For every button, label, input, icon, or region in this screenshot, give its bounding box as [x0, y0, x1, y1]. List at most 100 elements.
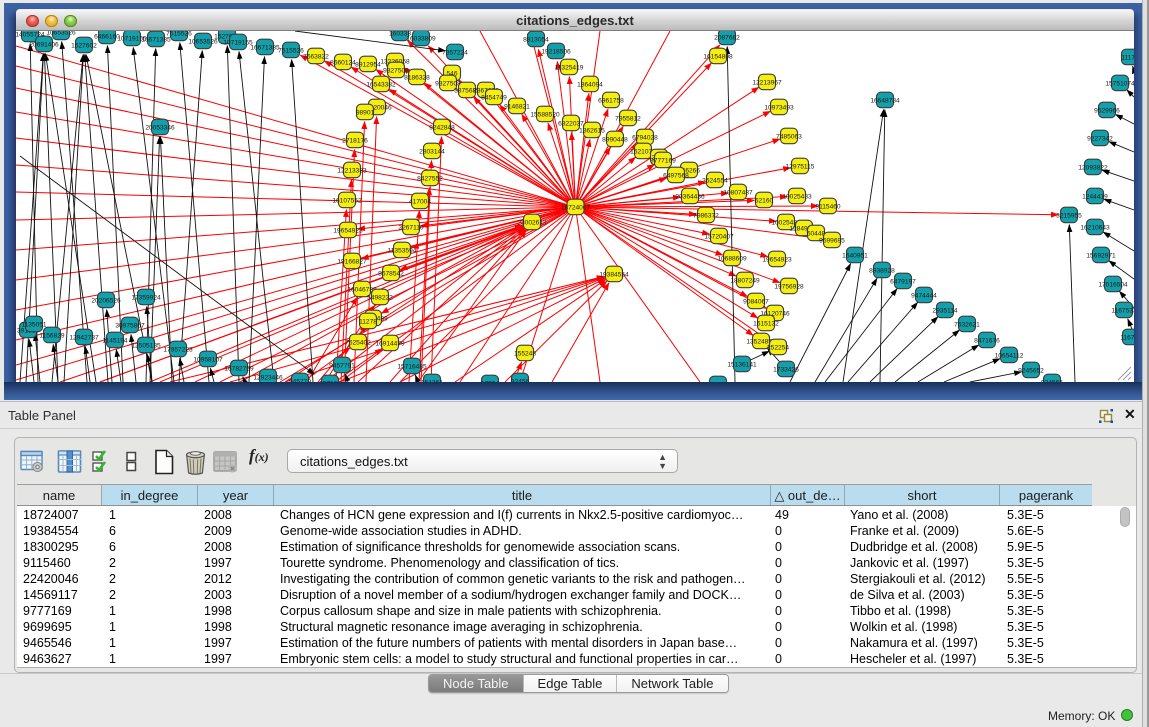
svg-text:7515526: 7515526 — [278, 47, 304, 54]
svg-text:9474444: 9474444 — [911, 292, 937, 299]
svg-text:8186328: 8186328 — [404, 74, 430, 81]
svg-text:62160: 62160 — [755, 197, 774, 204]
svg-text:16543382: 16543382 — [366, 81, 396, 88]
svg-text:6479197: 6479197 — [890, 278, 916, 285]
svg-text:7986372: 7986372 — [693, 212, 719, 219]
svg-text:9327506: 9327506 — [383, 67, 409, 74]
svg-text:1527602: 1527602 — [71, 42, 97, 49]
svg-text:30975867: 30975867 — [115, 322, 145, 329]
svg-text:7955812: 7955812 — [615, 115, 641, 122]
svg-text:15720407: 15720407 — [704, 233, 734, 240]
svg-text:12213967: 12213967 — [752, 79, 782, 86]
svg-text:10973493: 10973493 — [764, 104, 794, 111]
svg-text:7632621: 7632621 — [954, 321, 980, 328]
svg-text:17957223: 17957223 — [163, 346, 193, 353]
svg-text:2718176: 2718176 — [342, 137, 368, 144]
svg-text:116753: 116753 — [1120, 334, 1134, 341]
svg-text:9699695: 9699695 — [819, 237, 845, 244]
svg-text:10025433: 10025433 — [782, 193, 812, 200]
svg-text:8990448: 8990448 — [602, 136, 628, 143]
svg-text:8427552: 8427552 — [417, 175, 443, 182]
svg-text:17359924: 17359924 — [131, 294, 161, 301]
svg-text:7625402: 7625402 — [345, 339, 371, 346]
svg-text:12923446: 12923446 — [253, 374, 283, 381]
svg-text:16671385: 16671385 — [141, 36, 171, 43]
svg-text:9777169: 9777169 — [650, 157, 676, 164]
svg-text:12213383: 12213383 — [337, 167, 367, 174]
svg-text:155248: 155248 — [514, 350, 536, 357]
svg-text:5498222: 5498222 — [367, 294, 393, 301]
svg-text:1135051: 1135051 — [21, 321, 47, 328]
svg-text:19654923: 19654923 — [762, 256, 792, 263]
svg-text:2803144: 2803144 — [419, 148, 445, 155]
svg-text:16648784: 16648784 — [870, 97, 900, 104]
svg-text:1156829: 1156829 — [39, 332, 65, 339]
svg-text:10688609: 10688609 — [717, 255, 747, 262]
svg-text:60448: 60448 — [807, 230, 826, 237]
svg-text:7663822: 7663822 — [303, 53, 329, 60]
svg-text:6322037: 6322037 — [558, 120, 584, 127]
svg-text:11172: 11172 — [1121, 54, 1134, 61]
svg-text:11325419: 11325419 — [555, 64, 584, 71]
svg-text:8813054: 8813054 — [523, 36, 549, 43]
svg-text:9457791: 9457791 — [329, 362, 355, 369]
svg-text:8938928: 8938928 — [869, 267, 895, 274]
svg-text:2087682: 2087682 — [714, 34, 740, 41]
svg-text:7485063: 7485063 — [776, 133, 802, 140]
svg-text:1145194: 1145194 — [102, 337, 128, 344]
svg-text:15751074: 15751074 — [1105, 80, 1134, 87]
svg-text:19654923: 19654923 — [333, 227, 363, 234]
svg-text:10654112: 10654112 — [995, 352, 1024, 359]
svg-text:16782759: 16782759 — [224, 365, 254, 372]
svg-text:10807487: 10807487 — [723, 189, 753, 196]
svg-text:6794028: 6794028 — [632, 134, 658, 141]
svg-text:16671385: 16671385 — [250, 44, 280, 51]
svg-text:20364436: 20364436 — [675, 193, 705, 200]
svg-text:6466160: 6466160 — [94, 33, 120, 40]
svg-text:98901: 98901 — [356, 109, 375, 116]
svg-text:7357224: 7357224 — [442, 49, 468, 56]
svg-text:16210643: 16210643 — [1080, 224, 1110, 231]
svg-text:23002613: 23002613 — [517, 219, 547, 226]
svg-text:7515526: 7515526 — [166, 31, 192, 37]
svg-text:10719155: 10719155 — [223, 39, 253, 46]
svg-text:1640951: 1640951 — [842, 252, 868, 259]
svg-text:1244419: 1244419 — [1082, 193, 1108, 200]
svg-text:20691406: 20691406 — [29, 41, 59, 48]
svg-text:8678542: 8678542 — [378, 270, 404, 277]
svg-text:15716485: 15716485 — [397, 363, 427, 370]
svg-text:10653526: 10653526 — [46, 31, 76, 36]
svg-text:15692971: 15692971 — [1086, 252, 1116, 259]
svg-text:16033809: 16033809 — [406, 35, 436, 42]
svg-text:9242848: 9242848 — [429, 124, 455, 131]
svg-text:9084067: 9084067 — [743, 298, 769, 305]
svg-text:8454749: 8454749 — [481, 94, 507, 101]
svg-text:18724007: 18724007 — [561, 204, 591, 211]
svg-text:17016504: 17016504 — [1098, 281, 1128, 288]
svg-text:1615132: 1615132 — [753, 320, 779, 327]
svg-text:19218506: 19218506 — [541, 48, 571, 55]
svg-text:252254: 252254 — [767, 344, 789, 351]
svg-text:11278: 11278 — [359, 318, 377, 325]
svg-text:3267110: 3267110 — [398, 224, 424, 231]
svg-text:19166827: 19166827 — [337, 258, 367, 265]
svg-text:9327508: 9327508 — [435, 80, 461, 87]
svg-text:16914479: 16914479 — [375, 340, 405, 347]
svg-text:10958107: 10958107 — [193, 356, 223, 363]
svg-text:12093822: 12093822 — [1078, 164, 1108, 171]
svg-text:1362615: 1362615 — [579, 127, 605, 134]
svg-text:1864094: 1864094 — [577, 81, 603, 88]
svg-text:8471676: 8471676 — [974, 337, 1000, 344]
svg-text:9146821: 9146821 — [504, 103, 530, 110]
svg-text:16154808: 16154808 — [703, 53, 733, 60]
svg-text:2935114: 2935114 — [932, 307, 958, 314]
svg-text:20206526: 20206526 — [91, 297, 121, 304]
svg-text:417004: 417004 — [409, 198, 431, 205]
svg-text:3624554: 3624554 — [702, 177, 728, 184]
svg-text:9529966: 9529966 — [1094, 107, 1120, 114]
svg-text:19756928: 19756928 — [774, 283, 804, 290]
svg-text:12505135: 12505135 — [131, 342, 161, 349]
svg-text:9227342: 9227342 — [1087, 135, 1113, 142]
svg-text:12942737: 12942737 — [69, 334, 99, 341]
svg-text:12975115: 12975115 — [786, 163, 815, 170]
